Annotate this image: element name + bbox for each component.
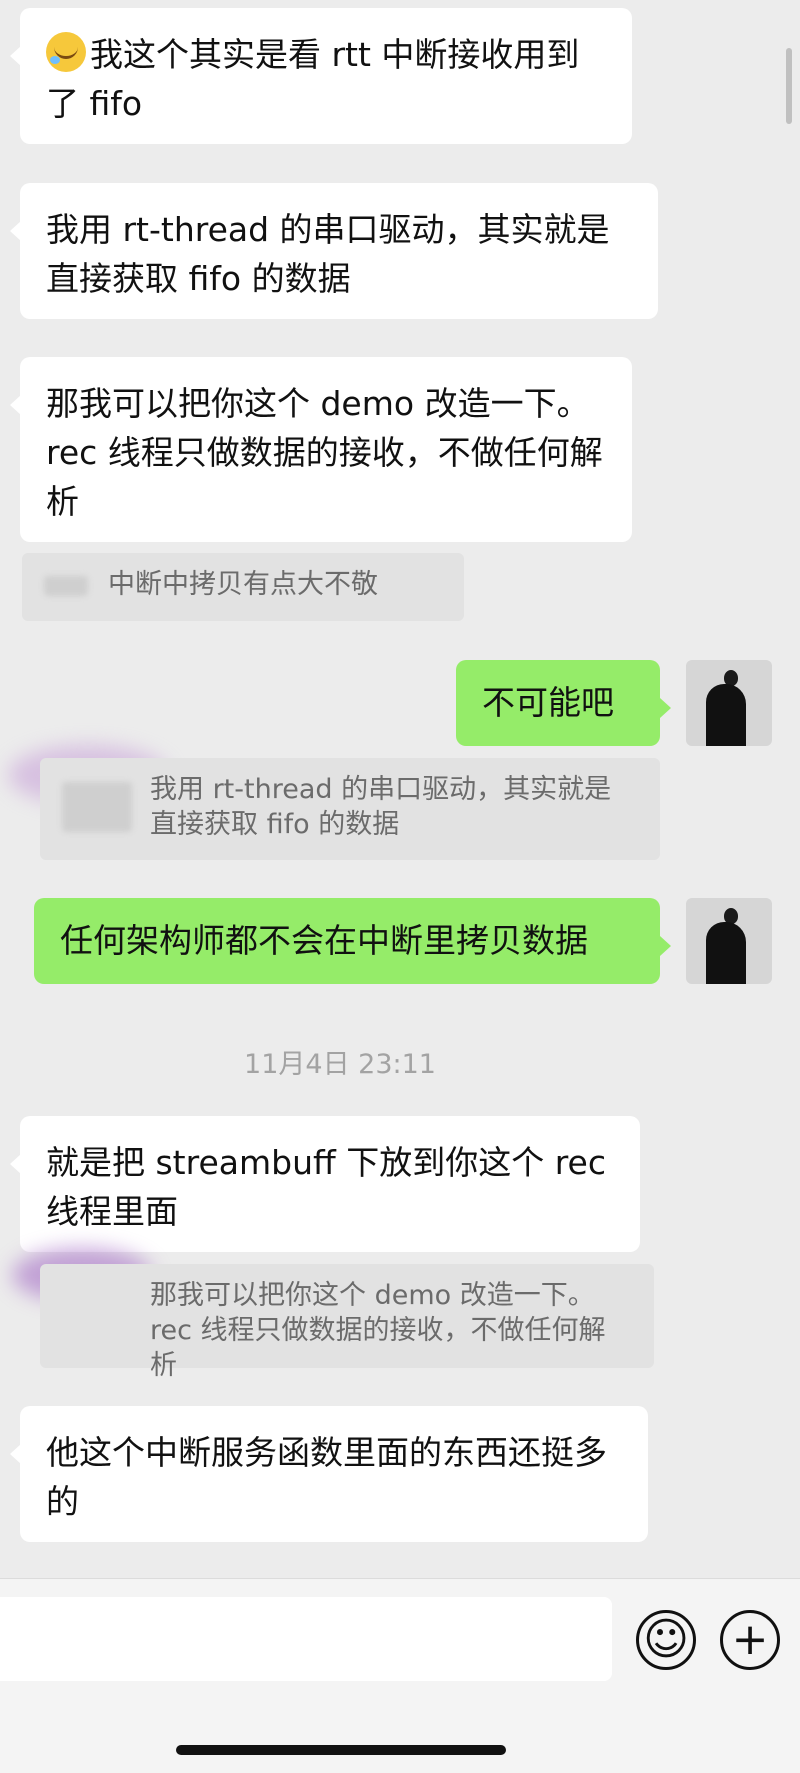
message-text: 就是把 streambuff 下放到你这个 rec 线程里面	[46, 1143, 607, 1231]
blurred-sender-name	[62, 782, 132, 832]
quoted-message[interactable]: 我用 rt-thread 的串口驱动，其实就是直接获取 fifo 的数据	[40, 758, 660, 860]
message-text: 那我可以把你这个 demo 改造一下。rec 线程只做数据的接收，不做任何解析	[46, 384, 603, 521]
quote-text: 我用 rt-thread 的串口驱动，其实就是直接获取 fifo 的数据	[150, 774, 612, 840]
scrollbar[interactable]	[786, 48, 792, 124]
face-with-tears-icon	[46, 32, 86, 72]
message-text: 任何架构师都不会在中断里拷贝数据	[60, 921, 588, 960]
avatar[interactable]	[686, 898, 772, 984]
timestamp: 11月4日 23:11	[244, 1049, 436, 1080]
message-bubble-outgoing[interactable]: 不可能吧	[456, 660, 671, 746]
message-bubble-incoming[interactable]: 我这个其实是看 rtt 中断接收用到了 fifo	[10, 8, 632, 144]
input-bar: ☺ +	[0, 1578, 800, 1773]
message-bubble-incoming[interactable]: 就是把 streambuff 下放到你这个 rec 线程里面	[10, 1116, 640, 1252]
message-text: 不可能吧	[482, 683, 614, 722]
message-text: 我这个其实是看 rtt 中断接收用到了 fifo	[46, 35, 580, 123]
quote-text: 那我可以把你这个 demo 改造一下。rec 线程只做数据的接收，不做任何解析	[150, 1280, 606, 1381]
blurred-sender-name	[44, 575, 88, 596]
plus-icon[interactable]: +	[720, 1610, 780, 1670]
home-indicator	[176, 1745, 506, 1755]
message-bubble-incoming[interactable]: 他这个中断服务函数里面的东西还挺多的	[10, 1406, 648, 1542]
quoted-message[interactable]: 那我可以把你这个 demo 改造一下。rec 线程只做数据的接收，不做任何解析	[40, 1264, 654, 1381]
quoted-message[interactable]: 中断中拷贝有点大不敬	[22, 553, 464, 621]
message-bubble-outgoing[interactable]: 任何架构师都不会在中断里拷贝数据	[34, 898, 671, 984]
quote-text: 中断中拷贝有点大不敬	[108, 569, 378, 600]
message-text: 他这个中断服务函数里面的东西还挺多的	[46, 1433, 607, 1521]
avatar[interactable]	[686, 660, 772, 746]
message-text: 我用 rt-thread 的串口驱动，其实就是直接获取 fifo 的数据	[46, 210, 610, 298]
message-bubble-incoming[interactable]: 那我可以把你这个 demo 改造一下。rec 线程只做数据的接收，不做任何解析	[10, 357, 632, 542]
smiley-icon[interactable]: ☺	[636, 1610, 696, 1670]
message-input[interactable]	[0, 1597, 612, 1681]
message-bubble-incoming[interactable]: 我用 rt-thread 的串口驱动，其实就是直接获取 fifo 的数据	[10, 183, 658, 319]
